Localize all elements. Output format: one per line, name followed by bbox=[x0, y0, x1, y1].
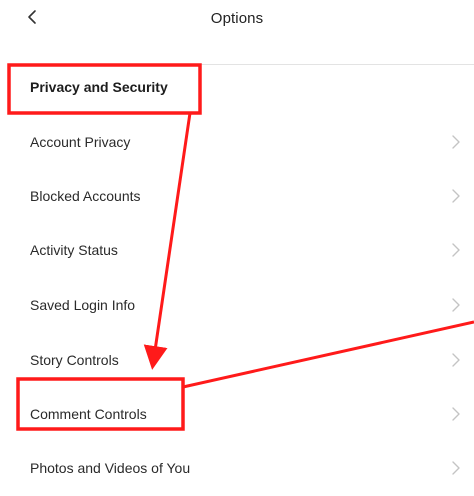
menu-item-story-controls[interactable]: Story Controls bbox=[0, 333, 474, 387]
menu-item-label: Photos and Videos of You bbox=[30, 460, 191, 476]
menu-item-photos-and-videos-of-you[interactable]: Photos and Videos of You bbox=[0, 441, 474, 495]
chevron-right-icon bbox=[452, 353, 460, 367]
chevron-right-icon bbox=[452, 243, 460, 257]
menu-item-comment-controls[interactable]: Comment Controls bbox=[0, 387, 474, 441]
menu-item-label: Comment Controls bbox=[30, 406, 147, 422]
menu-item-label: Account Privacy bbox=[30, 134, 131, 150]
menu-item-label: Story Controls bbox=[30, 352, 119, 368]
options-header: Options bbox=[0, 0, 474, 64]
menu-item-account-privacy[interactable]: Account Privacy bbox=[0, 115, 474, 169]
header-divider bbox=[12, 64, 474, 65]
menu-item-label: Blocked Accounts bbox=[30, 188, 141, 204]
chevron-right-icon bbox=[452, 407, 460, 421]
chevron-right-icon bbox=[452, 135, 460, 149]
menu-item-blocked-accounts[interactable]: Blocked Accounts bbox=[0, 169, 474, 223]
menu-item-saved-login-info[interactable]: Saved Login Info bbox=[0, 278, 474, 332]
chevron-right-icon bbox=[452, 189, 460, 203]
section-title-privacy-and-security: Privacy and Security bbox=[30, 79, 168, 95]
menu-item-activity-status[interactable]: Activity Status bbox=[0, 223, 474, 277]
chevron-right-icon bbox=[452, 298, 460, 312]
menu-item-label: Activity Status bbox=[30, 242, 118, 258]
chevron-right-icon bbox=[452, 461, 460, 475]
menu-item-label: Saved Login Info bbox=[30, 297, 136, 313]
options-screen: Options Privacy and Security Account Pri… bbox=[0, 0, 474, 496]
page-title: Options bbox=[210, 10, 264, 27]
